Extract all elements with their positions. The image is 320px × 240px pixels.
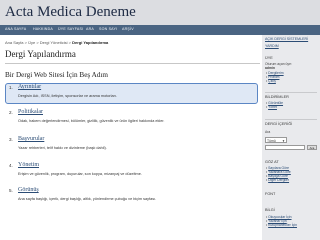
- nav-item-uye-sayfasi[interactable]: ÜYE SAYFASI: [58, 27, 83, 31]
- step-description: Erişim ve güvenlik, program, duyurular, …: [18, 172, 142, 176]
- step-link-ayrintilar[interactable]: Ayrıntılar: [18, 84, 41, 90]
- breadcrumb-sep: >: [24, 40, 27, 45]
- search-input[interactable]: [265, 145, 305, 150]
- step-number: 1.: [9, 85, 13, 90]
- sidebar-divider: [265, 119, 317, 120]
- page: Acta Medica Deneme ANA SAYFA HAKKINDA ÜY…: [0, 0, 320, 240]
- sidebar-heading-user: ÜYE: [265, 56, 273, 60]
- sidebar-heading-notifications: BİLDİRİMLER: [265, 95, 289, 99]
- chevron-down-icon: ▼: [282, 139, 285, 143]
- sidebar-item-yonet[interactable]: • Yönet: [266, 105, 277, 109]
- breadcrumb-sep: >: [68, 40, 71, 45]
- nav-item-ara[interactable]: ARA: [86, 27, 94, 31]
- step-link-yonetim[interactable]: Yönetim: [18, 162, 39, 168]
- sidebar-link-ojs[interactable]: AÇIK DERGİ SİSTEMLERİ: [265, 37, 308, 41]
- page-title: Dergi Yapılandırma: [5, 49, 76, 59]
- step-description: Yazar rehberleri, telif hakkı ve dizinle…: [18, 146, 107, 150]
- breadcrumb-current: Dergi Yapılandırma: [72, 40, 109, 45]
- sidebar-heading-browse: GÖZ AT: [265, 160, 279, 164]
- breadcrumb-home[interactable]: Ana Sayfa: [5, 40, 23, 45]
- site-header: Acta Medica Deneme: [0, 0, 320, 25]
- step-link-politikalar[interactable]: Politikalar: [18, 109, 43, 115]
- sidebar-heading-font: FONT: [265, 192, 276, 196]
- sidebar-link-help[interactable]: YARDIM: [265, 44, 279, 48]
- main-nav: ANA SAYFA HAKKINDA ÜYE SAYFASI ARA SON S…: [0, 25, 320, 35]
- step-description: Ana sayfa başlığı, içerik, dergi başlığı…: [18, 197, 157, 201]
- nav-item-hakkinda[interactable]: HAKKINDA: [33, 27, 53, 31]
- sidebar-search-label: Ara: [265, 130, 271, 134]
- nav-item-arsiv[interactable]: ARŞİV: [122, 27, 134, 31]
- step-number: 4.: [9, 163, 13, 168]
- site-title[interactable]: Acta Medica Deneme: [5, 4, 136, 21]
- search-button[interactable]: Ara: [307, 145, 317, 150]
- breadcrumb: Ana Sayfa > Üye > Dergi Yöneticisi > Der…: [5, 40, 108, 45]
- section-heading: Bir Dergi Web Sitesi İçin Beş Adım: [5, 71, 108, 79]
- step-description: Odak, hakem değerlendirmesi, bölümler, g…: [18, 119, 165, 123]
- breadcrumb-sep: >: [36, 40, 39, 45]
- sidebar-divider: [265, 92, 317, 93]
- sidebar-item-librarians[interactable]: • Kütüphaneciler İçin: [266, 223, 297, 227]
- sidebar-item-cikis[interactable]: • Çıkış: [266, 79, 276, 83]
- sidebar-item-other-journals[interactable]: • Diğer Dergiler: [266, 178, 289, 182]
- title-divider: [5, 63, 260, 64]
- nav-item-son-sayi[interactable]: SON SAYI: [99, 27, 117, 31]
- step-number: 2.: [9, 110, 13, 115]
- sidebar: AÇIK DERGİ SİSTEMLERİ YARDIM ÜYE Oturum …: [262, 35, 320, 240]
- step-number: 5.: [9, 188, 13, 193]
- search-scope-value: Tümü: [267, 139, 276, 143]
- step-number: 3.: [9, 137, 13, 142]
- step-link-basvurular[interactable]: Başvurular: [18, 136, 44, 142]
- nav-item-ana-sayfa[interactable]: ANA SAYFA: [5, 27, 26, 31]
- sidebar-username: admin: [265, 66, 275, 70]
- breadcrumb-dergi-yoneticisi[interactable]: Dergi Yöneticisi: [40, 40, 68, 45]
- sidebar-heading-content: DERGİ İÇERİĞİ: [265, 122, 293, 126]
- sidebar-heading-info: BİLGİ: [265, 208, 275, 212]
- breadcrumb-uye[interactable]: Üye: [28, 40, 35, 45]
- search-scope-select[interactable]: Tümü ▼: [265, 137, 287, 143]
- step-link-gorunus[interactable]: Görünüş: [18, 187, 39, 193]
- step-description: Dergisin Adı, ISSN, iletişim, sponsorlar…: [18, 94, 117, 98]
